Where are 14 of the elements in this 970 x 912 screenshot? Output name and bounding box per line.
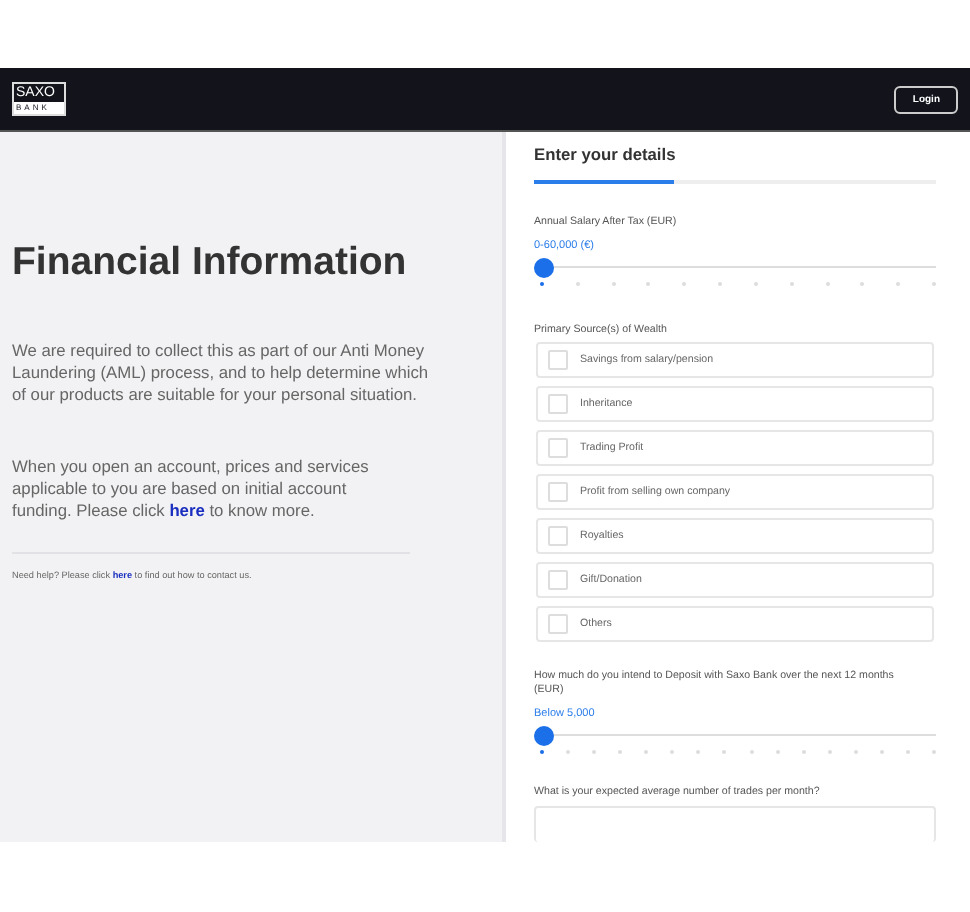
checkbox[interactable] xyxy=(548,482,568,502)
form-title: Enter your details xyxy=(534,144,678,164)
slider-thumb[interactable] xyxy=(534,258,554,278)
option-card[interactable] xyxy=(534,806,936,842)
info-paragraph: When you open an account, prices and services applicable to you are based on initial account funding. Please click here to know more. xyxy=(12,456,371,522)
slider-thumb[interactable] xyxy=(534,726,554,746)
checkbox[interactable] xyxy=(548,570,568,590)
checkbox[interactable] xyxy=(548,350,568,370)
checkbox[interactable] xyxy=(548,614,568,634)
checkbox[interactable] xyxy=(548,394,568,414)
checkbox[interactable] xyxy=(548,438,568,458)
info-paragraph: We are required to collect this as part of our Anti Money Laundering (AML) process, and to help determine which of our products are suitable for your personal situation. xyxy=(12,340,431,406)
page-title: Financial Information xyxy=(12,240,409,286)
checkbox[interactable] xyxy=(548,526,568,546)
